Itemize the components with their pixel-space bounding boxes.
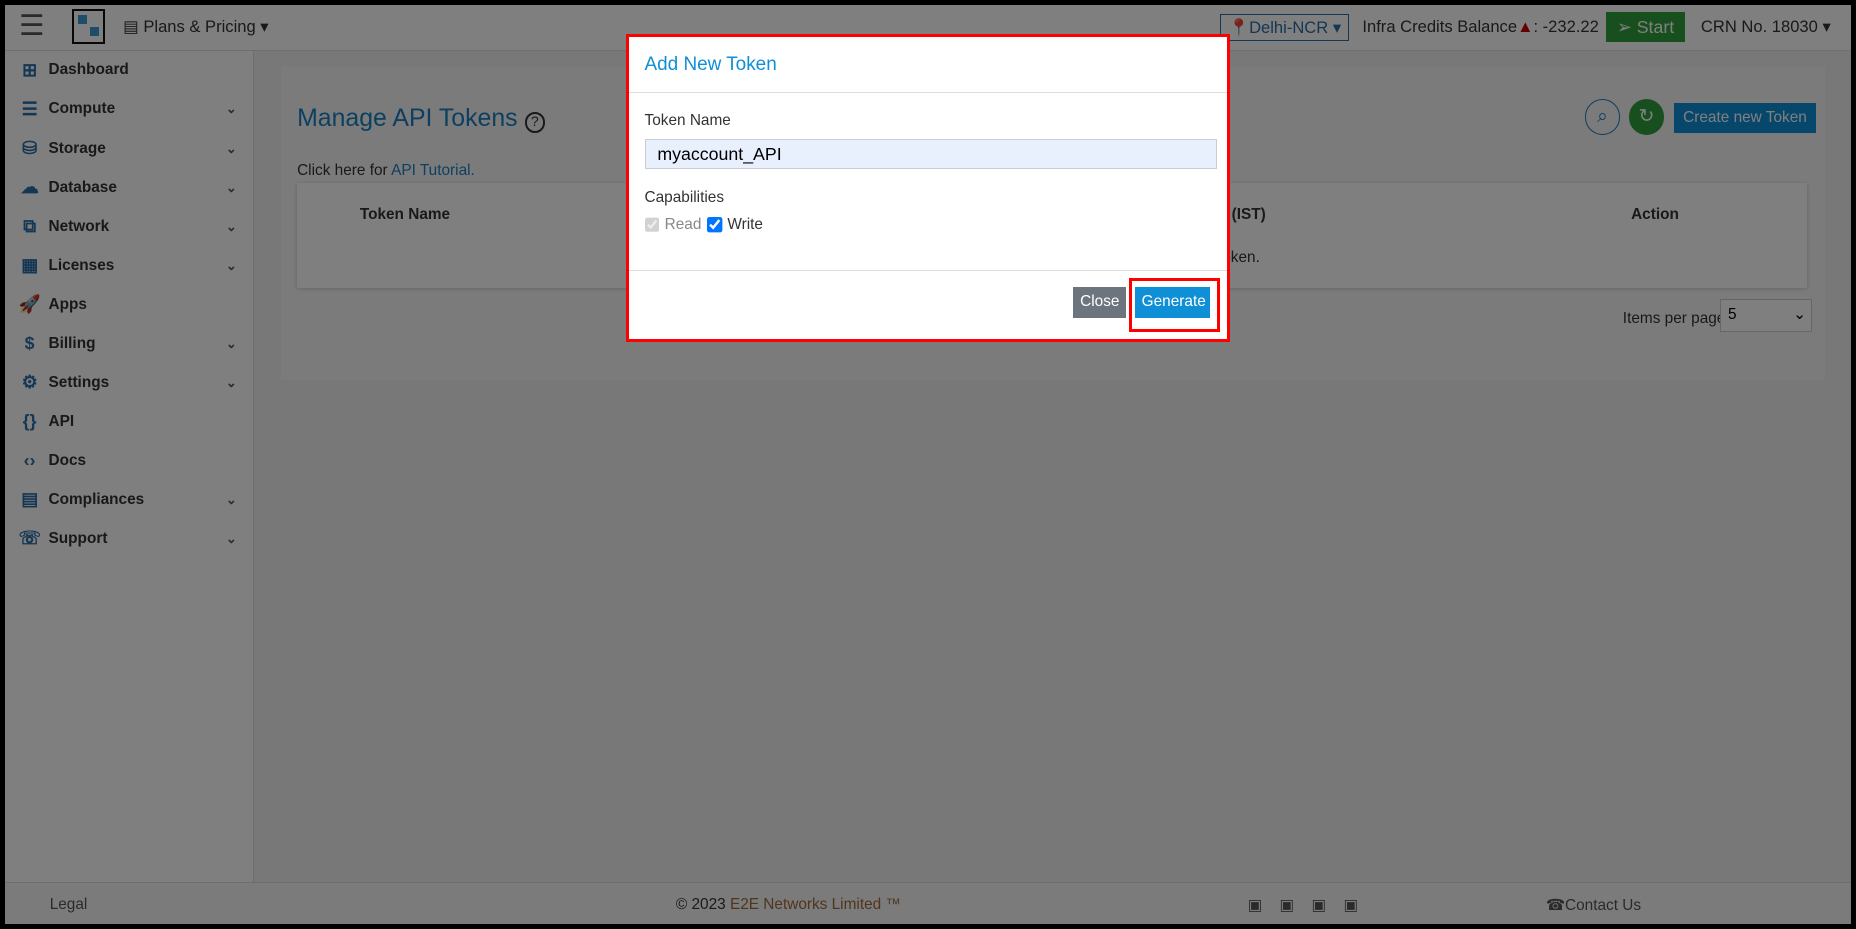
- read-checkbox: [644, 217, 660, 233]
- close-button[interactable]: Close: [1073, 287, 1127, 318]
- write-checkbox-label[interactable]: Write: [705, 216, 763, 234]
- token-name-input[interactable]: [644, 139, 1218, 170]
- token-name-label: Token Name: [644, 111, 731, 129]
- add-token-modal: Add New Token Token Name Capabilities Re…: [626, 34, 1230, 343]
- write-checkbox[interactable]: [707, 217, 723, 233]
- generate-button[interactable]: Generate: [1134, 287, 1211, 318]
- modal-title: Add New Token: [644, 53, 777, 75]
- capabilities-label: Capabilities: [644, 188, 725, 206]
- read-checkbox-label: Read: [642, 216, 701, 234]
